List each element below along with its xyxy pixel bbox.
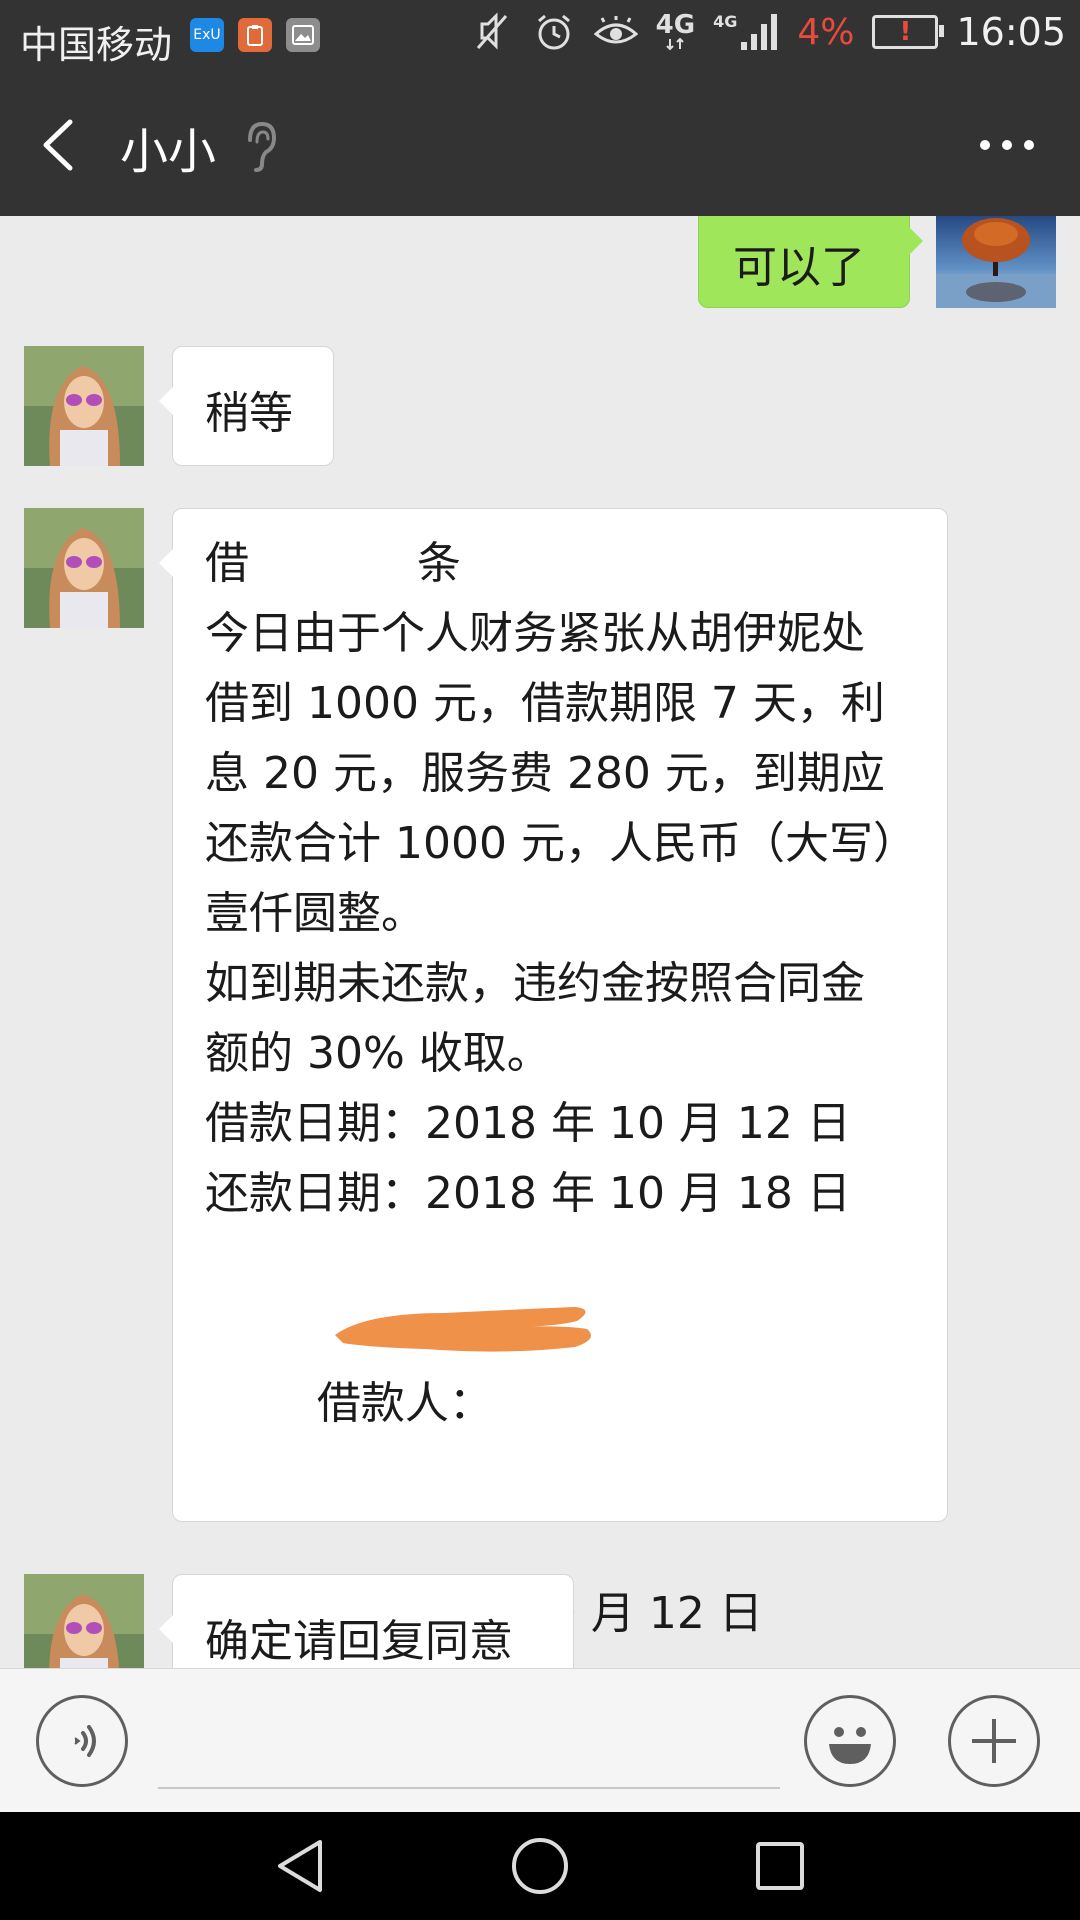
my-avatar[interactable] bbox=[936, 216, 1056, 328]
alarm-icon bbox=[532, 10, 576, 54]
loan-iou-message-bubble[interactable]: 借 条 今日由于个人财务紧张从胡伊妮处 借到 1000 元，借款期限 7 天，利… bbox=[159, 508, 948, 1639]
iou-line: 今日由于个人财务紧张从胡伊妮处 bbox=[205, 608, 865, 659]
clipboard-app-icon bbox=[238, 18, 272, 52]
nav-back-icon[interactable] bbox=[268, 1834, 332, 1898]
nav-recent-apps-icon[interactable] bbox=[748, 1834, 812, 1898]
iou-line: 壹仟圆整。 bbox=[205, 888, 425, 939]
plus-more-icon[interactable] bbox=[948, 1695, 1040, 1787]
contact-avatar[interactable] bbox=[24, 508, 144, 628]
iou-repay-date: 还款日期：2018 年 10 月 18 日 bbox=[205, 1168, 851, 1219]
signal-strength-icon: 4G bbox=[713, 12, 779, 52]
contact-message-bubble[interactable]: 确定请回复同意 bbox=[159, 1574, 574, 1668]
eye-comfort-icon bbox=[593, 10, 638, 54]
iou-line: 息 20 元，服务费 280 元，到期应 bbox=[205, 748, 885, 799]
redaction-scribble bbox=[335, 1307, 591, 1352]
iou-line: 如到期未还款，违约金按照合同金 bbox=[205, 958, 865, 1009]
iou-borrower: 借款人： bbox=[205, 1299, 935, 1579]
voice-input-icon[interactable] bbox=[36, 1695, 128, 1787]
nav-home-icon[interactable] bbox=[508, 1834, 572, 1898]
chat-header: 小小 bbox=[0, 74, 1080, 216]
mute-icon bbox=[470, 10, 514, 54]
iou-borrower-label: 借款人： bbox=[316, 1378, 493, 1429]
battery-icon: ! bbox=[872, 15, 945, 49]
notification-icons: ExU bbox=[190, 18, 320, 52]
earpiece-mode-icon bbox=[240, 118, 280, 174]
emoji-icon[interactable] bbox=[804, 1695, 896, 1787]
message-input[interactable] bbox=[158, 1787, 780, 1789]
gallery-app-icon bbox=[286, 18, 320, 52]
exu-app-icon: ExU bbox=[190, 18, 224, 52]
iou-line: 借到 1000 元，借款期限 7 天，利 bbox=[205, 678, 885, 729]
iou-title: 借 条 bbox=[205, 538, 461, 589]
input-bar bbox=[0, 1668, 1080, 1813]
message-text: 确定请回复同意 bbox=[205, 1616, 513, 1667]
iou-text: 借 条 今日由于个人财务紧张从胡伊妮处 借到 1000 元，借款期限 7 天，利… bbox=[205, 529, 935, 1649]
back-arrow-icon[interactable] bbox=[36, 112, 86, 178]
my-message-bubble[interactable]: 可以了 bbox=[698, 216, 923, 308]
message-list[interactable]: 可以了 稍等 借 条 今日由于个人财务紧张从胡伊妮处 借到 1000 元，借款期… bbox=[0, 216, 1080, 1668]
iou-blank-line bbox=[205, 1229, 935, 1299]
network-type-indicator: 4G bbox=[656, 12, 695, 51]
message-text: 稍等 bbox=[205, 388, 293, 439]
status-bar: 中国移动 ExU 4G 4G 4% ! 16:05 bbox=[0, 0, 1080, 74]
clock: 16:05 bbox=[956, 10, 1066, 54]
android-nav-bar bbox=[0, 1812, 1080, 1920]
chat-title[interactable]: 小小 bbox=[120, 112, 216, 182]
iou-line: 额的 30% 收取。 bbox=[205, 1028, 551, 1079]
contact-message-bubble[interactable]: 稍等 bbox=[159, 346, 334, 466]
battery-percent: 4% bbox=[797, 11, 855, 53]
iou-loan-date: 借款日期：2018 年 10 月 12 日 bbox=[205, 1098, 851, 1149]
iou-line: 还款合计 1000 元，人民币（大写） bbox=[205, 818, 917, 869]
contact-avatar[interactable] bbox=[24, 1574, 144, 1668]
carrier-name: 中国移动 bbox=[20, 23, 173, 67]
message-text: 可以了 bbox=[733, 242, 865, 293]
more-options-icon[interactable] bbox=[980, 130, 1040, 160]
contact-avatar[interactable] bbox=[24, 346, 144, 466]
status-indicators: 4G 4G 4% ! 16:05 bbox=[470, 10, 1066, 54]
